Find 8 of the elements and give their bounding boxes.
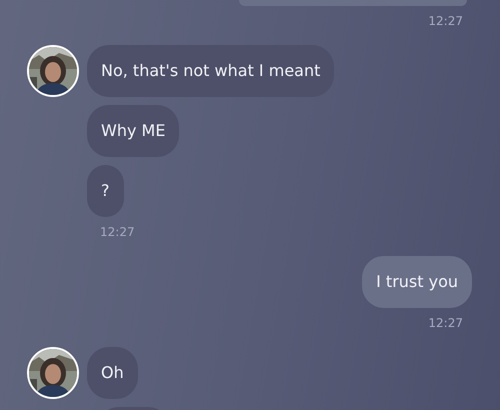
timestamp: 12:27	[428, 316, 463, 330]
timestamp: 12:27	[428, 14, 463, 28]
message-bubble: ?	[87, 165, 124, 217]
message-bubble: Oh	[87, 347, 138, 399]
message-bubble: Why ME	[87, 105, 180, 157]
message-bubble: No, that's not what I meant	[87, 45, 334, 97]
message-bubble: I trust you	[362, 256, 472, 308]
timestamp: 12:27	[100, 225, 135, 239]
